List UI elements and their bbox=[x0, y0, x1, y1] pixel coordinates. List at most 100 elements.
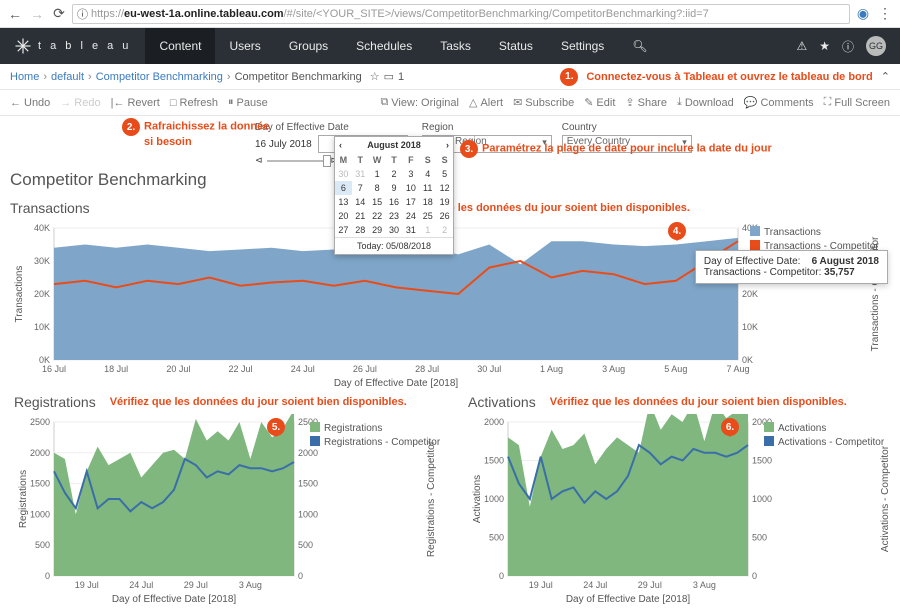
svg-text:20 Jul: 20 Jul bbox=[166, 364, 190, 374]
svg-text:20K: 20K bbox=[34, 289, 50, 299]
undo-button[interactable]: ← Undo bbox=[10, 97, 50, 109]
revert-button[interactable]: |← Revert bbox=[111, 97, 160, 109]
star-icon[interactable]: ★ bbox=[819, 39, 830, 53]
svg-text:500: 500 bbox=[752, 533, 767, 543]
activations-title: Activations bbox=[468, 394, 536, 410]
svg-text:10K: 10K bbox=[34, 322, 50, 332]
fullscreen-button[interactable]: ⛶ Full Screen bbox=[824, 96, 890, 109]
annotation-marker-1: 1. bbox=[560, 68, 578, 86]
nav-users[interactable]: Users bbox=[215, 28, 274, 64]
back-icon[interactable]: ← bbox=[6, 5, 24, 23]
annotation-marker-4: 4. bbox=[668, 222, 688, 242]
svg-text:29 Jul: 29 Jul bbox=[184, 580, 208, 590]
svg-text:30K: 30K bbox=[34, 256, 50, 266]
pause-button[interactable]: ⏸ Pause bbox=[228, 96, 268, 109]
svg-text:2000: 2000 bbox=[298, 448, 318, 458]
svg-text:Transactions: Transactions bbox=[764, 227, 821, 238]
refresh-button[interactable]: □ Refresh bbox=[170, 97, 218, 109]
svg-text:20K: 20K bbox=[742, 289, 758, 299]
svg-text:0: 0 bbox=[752, 571, 757, 581]
view-toolbar: ← Undo → Redo |← Revert □ Refresh ⏸ Paus… bbox=[0, 90, 900, 116]
view-button[interactable]: ⧉ View: Original bbox=[380, 96, 459, 109]
comments-button[interactable]: 💬 Comments bbox=[744, 96, 814, 109]
cal-next-icon[interactable]: › bbox=[446, 140, 449, 150]
annotation-check-2: Vérifiez que les données du jour soient … bbox=[110, 396, 407, 408]
svg-text:16 Jul: 16 Jul bbox=[42, 364, 66, 374]
alert-icon[interactable]: ⚠ bbox=[796, 39, 807, 53]
nav-settings[interactable]: Settings bbox=[547, 28, 618, 64]
annotation-check-3: Vérifiez que les données du jour soient … bbox=[550, 396, 847, 408]
svg-text:1000: 1000 bbox=[30, 509, 50, 519]
svg-text:Activations - Competitor: Activations - Competitor bbox=[880, 445, 891, 552]
svg-text:26 Jul: 26 Jul bbox=[353, 364, 377, 374]
svg-text:30 Jul: 30 Jul bbox=[477, 364, 501, 374]
svg-text:Registrations: Registrations bbox=[18, 470, 29, 528]
svg-text:3 Aug: 3 Aug bbox=[602, 364, 625, 374]
activations-block: Activations Vérifiez que les données du … bbox=[458, 390, 900, 606]
svg-text:22 Jul: 22 Jul bbox=[229, 364, 253, 374]
svg-text:500: 500 bbox=[35, 540, 50, 550]
filter-row: 2.Rafraichissez la donnée si besoin Day … bbox=[0, 116, 900, 170]
edit-button[interactable]: ✎ Edit bbox=[584, 96, 615, 109]
crumb-default[interactable]: default bbox=[51, 71, 84, 83]
svg-text:3 Aug: 3 Aug bbox=[693, 580, 716, 590]
registrations-chart[interactable]: 0050050010001000150015002000200025002500… bbox=[14, 414, 444, 604]
svg-text:18 Jul: 18 Jul bbox=[104, 364, 128, 374]
svg-text:1500: 1500 bbox=[298, 479, 318, 489]
activations-chart[interactable]: 0050050010001000150015002000200019 Jul24… bbox=[468, 414, 898, 604]
forward-icon[interactable]: → bbox=[28, 5, 46, 23]
subscribe-button[interactable]: ✉ Subscribe bbox=[513, 96, 574, 109]
svg-text:Activations - Competitor: Activations - Competitor bbox=[778, 437, 885, 448]
alert-button[interactable]: △ Alert bbox=[469, 96, 503, 109]
cal-prev-icon[interactable]: ‹ bbox=[339, 140, 342, 150]
reload-icon[interactable]: ⟳ bbox=[50, 5, 68, 23]
main-nav: Content Users Groups Schedules Tasks Sta… bbox=[145, 28, 661, 64]
bookmark-icon[interactable]: ◉ bbox=[854, 5, 872, 23]
crumb-home[interactable]: Home bbox=[10, 71, 39, 83]
svg-text:7 Aug: 7 Aug bbox=[726, 364, 749, 374]
nav-groups[interactable]: Groups bbox=[275, 28, 342, 64]
annotation-marker-5: 5. bbox=[267, 418, 287, 438]
svg-text:0: 0 bbox=[298, 571, 303, 581]
svg-text:500: 500 bbox=[298, 540, 313, 550]
tooltip: Day of Effective Date: 6 August 2018 Tra… bbox=[695, 250, 888, 284]
tableau-logo[interactable]: t a b l e a u bbox=[0, 37, 145, 55]
registrations-block: Registrations Vérifiez que les données d… bbox=[4, 390, 454, 606]
svg-text:Day of Effective Date [2018]: Day of Effective Date [2018] bbox=[334, 378, 459, 388]
svg-text:5 Aug: 5 Aug bbox=[664, 364, 687, 374]
nav-search-icon[interactable]: 🔍︎ bbox=[618, 28, 661, 64]
svg-text:28 Jul: 28 Jul bbox=[415, 364, 439, 374]
menu-icon[interactable]: ⋮ bbox=[876, 5, 894, 23]
avatar[interactable]: GG bbox=[866, 36, 886, 56]
svg-text:Activations: Activations bbox=[778, 423, 826, 434]
crumb-workbook[interactable]: Competitor Benchmarking bbox=[96, 71, 223, 83]
svg-text:1500: 1500 bbox=[752, 456, 772, 466]
nav-schedules[interactable]: Schedules bbox=[342, 28, 426, 64]
cal-today[interactable]: Today: 05/08/2018 bbox=[335, 237, 453, 254]
info-icon[interactable]: ⓘ bbox=[842, 38, 854, 55]
calendar-popup[interactable]: ‹August 2018› MTWTFSS3031123456789101112… bbox=[334, 136, 454, 255]
svg-text:Transactions: Transactions bbox=[14, 266, 25, 323]
nav-status[interactable]: Status bbox=[485, 28, 547, 64]
svg-text:1500: 1500 bbox=[30, 479, 50, 489]
chevron-up-icon[interactable]: ⌃ bbox=[881, 70, 890, 83]
browser-chrome: ← → ⟳ ⓘ https:// eu-west-1a.online.table… bbox=[0, 0, 900, 28]
fav-icon[interactable]: ☆ bbox=[370, 70, 380, 83]
crumb-view: Competitor Benchmarking bbox=[235, 71, 362, 83]
share-button[interactable]: ⇪ Share bbox=[625, 96, 667, 109]
svg-text:2000: 2000 bbox=[30, 448, 50, 458]
svg-text:1000: 1000 bbox=[484, 494, 504, 504]
nav-tasks[interactable]: Tasks bbox=[426, 28, 485, 64]
svg-text:29 Jul: 29 Jul bbox=[638, 580, 662, 590]
views-icon: ▭ bbox=[384, 70, 394, 83]
annotation-3: 3.Paramétrez la plage de date pour inclu… bbox=[460, 140, 772, 158]
nav-content[interactable]: Content bbox=[145, 28, 215, 64]
redo-button[interactable]: → Redo bbox=[60, 97, 100, 109]
svg-text:24 Jul: 24 Jul bbox=[583, 580, 607, 590]
url-bar[interactable]: ⓘ https:// eu-west-1a.online.tableau.com… bbox=[72, 4, 850, 24]
svg-text:1000: 1000 bbox=[298, 509, 318, 519]
breadcrumb: Home› default› Competitor Benchmarking› … bbox=[0, 64, 900, 90]
view-count: 1 bbox=[398, 71, 404, 83]
annotation-2: 2.Rafraichissez la donnée si besoin bbox=[122, 118, 269, 148]
download-button[interactable]: ⤓ Download bbox=[677, 96, 734, 109]
